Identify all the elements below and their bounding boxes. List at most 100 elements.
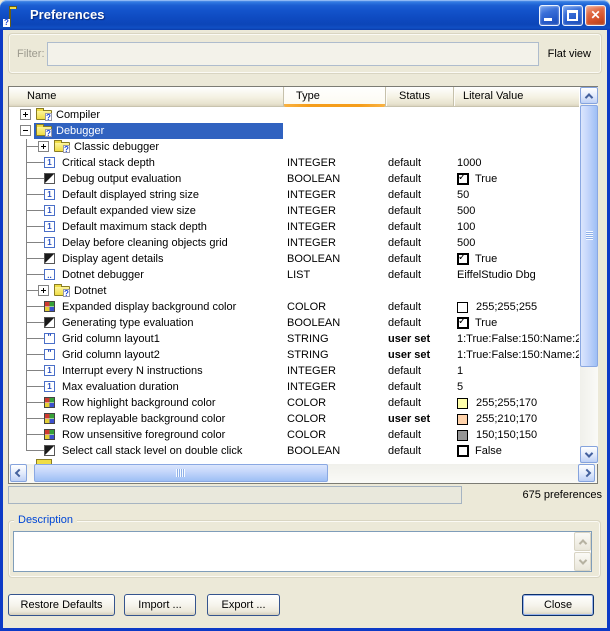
status-cell: default	[385, 427, 453, 443]
close-dialog-button[interactable]: Close	[522, 594, 594, 616]
literal-value-cell: 255;255;170	[453, 395, 579, 411]
scroll-left-button[interactable]	[10, 464, 27, 482]
integer-type-icon	[44, 221, 55, 232]
folder-icon: ?	[36, 110, 52, 120]
row-name-label: Select call stack level on double click	[62, 443, 242, 459]
vertical-scrollbar[interactable]	[580, 87, 598, 464]
value-label: 255;255;255	[476, 301, 537, 313]
maximize-button[interactable]	[562, 5, 583, 26]
scroll-up-button[interactable]	[580, 87, 598, 104]
table-row[interactable]: Default displayed string sizeINTEGERdefa…	[9, 187, 579, 203]
color-type-icon	[44, 413, 55, 424]
status-cell: default	[385, 171, 453, 187]
type-cell: INTEGER	[283, 187, 385, 203]
table-row[interactable]: Critical stack depthINTEGERdefault1000	[9, 155, 579, 171]
value-label: 100	[457, 221, 475, 233]
type-cell	[283, 139, 385, 155]
column-header-name[interactable]: Name	[9, 87, 283, 106]
string-type-icon	[44, 333, 55, 344]
tree-expander[interactable]	[38, 285, 49, 296]
scroll-down-button[interactable]	[580, 446, 598, 463]
table-row[interactable]: Display agent detailsBOOLEANdefault✓True	[9, 251, 579, 267]
status-cell: default	[385, 443, 453, 459]
description-scroll-down-button[interactable]	[574, 552, 591, 571]
tree-line	[26, 210, 44, 211]
status-cell: user set	[385, 331, 453, 347]
table-row[interactable]: Generating type evaluationBOOLEANdefault…	[9, 315, 579, 331]
boolean-type-icon	[44, 317, 55, 328]
maximize-icon	[567, 10, 578, 21]
value-label: 1:True:False:150:Name:2:	[457, 333, 579, 345]
row-name-label: Default expanded view size	[62, 203, 196, 219]
value-checkbox[interactable]: ✓	[457, 173, 469, 185]
value-label: 500	[457, 237, 475, 249]
column-header-type[interactable]: Type	[283, 87, 385, 106]
row-name-label: Row unsensitive foreground color	[62, 427, 225, 443]
type-cell: BOOLEAN	[283, 315, 385, 331]
vertical-scrollbar-thumb[interactable]	[580, 105, 598, 367]
horizontal-scrollbar[interactable]	[9, 464, 597, 483]
table-header: Name Type Status Literal Value	[9, 87, 579, 107]
status-cell: default	[385, 363, 453, 379]
color-type-icon	[44, 429, 55, 440]
table-row[interactable]: ?Compiler	[9, 107, 579, 123]
literal-value-cell: 50	[453, 187, 579, 203]
literal-value-cell: 1:True:False:150:Name:2:	[453, 331, 579, 347]
export-button[interactable]: Export ...	[207, 594, 280, 616]
table-row[interactable]: Debug output evaluationBOOLEANdefault✓Tr…	[9, 171, 579, 187]
table-row[interactable]: Dotnet debuggerLISTdefaultEiffelStudio D…	[9, 267, 579, 283]
table-row[interactable]: Row replayable background colorCOLORuser…	[9, 411, 579, 427]
table-row[interactable]: Max evaluation durationINTEGERdefault5	[9, 379, 579, 395]
description-scroll-up-button[interactable]	[574, 532, 591, 551]
table-row[interactable]: ?Classic debugger	[9, 139, 579, 155]
table-row[interactable]: Row highlight background colorCOLORdefau…	[9, 395, 579, 411]
table-row[interactable]: Delay before cleaning objects gridINTEGE…	[9, 235, 579, 251]
table-row[interactable]: Select call stack level on double clickB…	[9, 443, 579, 459]
tree-line	[26, 242, 44, 243]
description-label: Description	[14, 514, 77, 526]
horizontal-scrollbar-thumb[interactable]	[34, 464, 328, 482]
table-row[interactable]: Interrupt every N instructionsINTEGERdef…	[9, 363, 579, 379]
title-bar[interactable]: ? Preferences ✕	[0, 0, 610, 30]
filter-input[interactable]	[47, 42, 539, 66]
tree-expander[interactable]	[38, 141, 49, 152]
value-checkbox[interactable]: ✓	[457, 253, 469, 265]
row-name-label: Generating type evaluation	[62, 315, 193, 331]
filter-label: Filter:	[17, 34, 45, 74]
table-row[interactable]: ?Dotnet	[9, 283, 579, 299]
import-button[interactable]: Import ...	[124, 594, 196, 616]
minimize-button[interactable]	[539, 5, 560, 26]
column-header-literal-value[interactable]: Literal Value	[453, 87, 579, 106]
scroll-right-button[interactable]	[578, 464, 595, 482]
flat-view-toggle[interactable]: Flat view	[548, 34, 591, 74]
table-row[interactable]: ?Debugger	[9, 123, 579, 139]
table-row[interactable]: Grid column layout2STRINGuser set1:True:…	[9, 347, 579, 363]
value-checkbox[interactable]: ✓	[457, 317, 469, 329]
chevron-down-icon	[585, 449, 593, 457]
string-type-icon	[44, 349, 55, 360]
table-row[interactable]: Expanded display background colorCOLORde…	[9, 299, 579, 315]
status-cell	[385, 107, 453, 123]
tree-expander[interactable]	[20, 125, 31, 136]
column-header-status[interactable]: Status	[385, 87, 453, 106]
tree-expander[interactable]	[20, 109, 31, 120]
integer-type-icon	[44, 365, 55, 376]
row-name-label: Dotnet debugger	[62, 267, 144, 283]
table-row[interactable]: Default expanded view sizeINTEGERdefault…	[9, 203, 579, 219]
close-button[interactable]: ✕	[585, 5, 606, 26]
literal-value-cell: 500	[453, 235, 579, 251]
list-type-icon	[44, 269, 55, 280]
table-row[interactable]: Default maximum stack depthINTEGERdefaul…	[9, 219, 579, 235]
integer-type-icon	[44, 189, 55, 200]
color-type-icon	[44, 301, 55, 312]
row-name-label: Classic debugger	[74, 139, 159, 155]
restore-defaults-button[interactable]: Restore Defaults	[8, 594, 115, 616]
color-swatch	[457, 302, 468, 313]
status-box	[8, 486, 462, 504]
tree-line	[26, 226, 44, 227]
table-row[interactable]: Row unsensitive foreground colorCOLORdef…	[9, 427, 579, 443]
value-label: 50	[457, 189, 469, 201]
value-checkbox[interactable]	[457, 445, 469, 457]
table-row[interactable]: Grid column layout1STRINGuser set1:True:…	[9, 331, 579, 347]
description-textarea[interactable]	[13, 531, 592, 572]
